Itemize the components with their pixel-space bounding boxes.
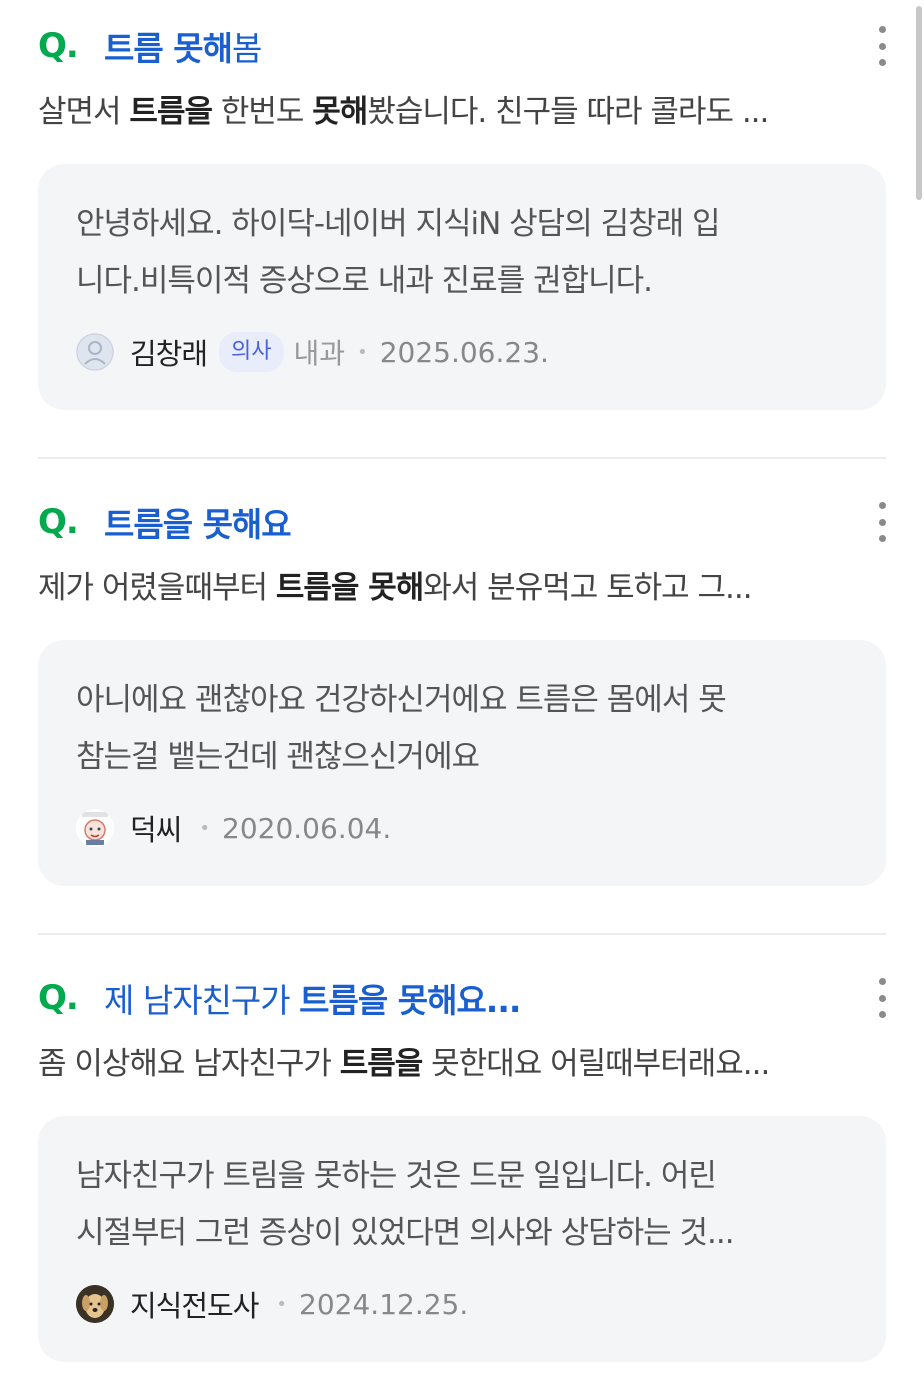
- answer-text: 남자친구가 트림을 못하는 것은 드문 일입니다. 어린 시절부터 그런 증상이…: [76, 1148, 856, 1262]
- answer-date: 2024.12.25.: [299, 1287, 469, 1321]
- question-snippet[interactable]: 제가 어렸을때부터 트름을 못해와서 분유먹고 토하고 그...: [38, 562, 886, 607]
- title-text: 봄: [231, 29, 262, 68]
- author-name[interactable]: 지식전도사: [130, 1283, 259, 1325]
- dot-icon: [878, 1011, 886, 1018]
- scrollbar[interactable]: [912, 0, 924, 1392]
- answer-line: 시절부터 그런 증상이 있었다면 의사와 상담하는 것...: [76, 1215, 735, 1251]
- scrollbar-thumb[interactable]: [916, 6, 922, 200]
- question-title-row[interactable]: Q. 트름을 못해요: [38, 492, 886, 552]
- author-name[interactable]: 김창래: [130, 331, 208, 373]
- question-title-row[interactable]: Q. 트름 못해봄: [38, 16, 886, 76]
- answer-date: 2025.06.23.: [379, 335, 549, 369]
- doctor-avatar-icon[interactable]: [76, 333, 114, 371]
- snippet-text: 한번도: [211, 94, 313, 130]
- q-mark-icon: Q.: [38, 502, 79, 542]
- answer-line: 니다.비특이적 증상으로 내과 진료를 권합니다.: [76, 263, 653, 299]
- more-options-button[interactable]: [870, 978, 894, 1018]
- dot-icon: [878, 502, 886, 509]
- question-title-link[interactable]: 트름 못해봄: [104, 22, 262, 70]
- snippet-text: 와서 분유먹고 토하고 그...: [423, 570, 752, 606]
- more-options-button[interactable]: [870, 502, 894, 542]
- divider: [38, 457, 886, 459]
- snippet-text: 못한대요 어릴때부터래요...: [422, 1046, 770, 1082]
- dot-icon: [878, 26, 886, 33]
- more-options-button[interactable]: [870, 26, 894, 66]
- dot-icon: [878, 535, 886, 542]
- snippet-highlight: 트름을 못해: [275, 570, 424, 606]
- dot-icon: [878, 994, 886, 1002]
- answer-line: 아니에요 괜찮아요 건강하신거에요 트름은 몸에서 못: [76, 682, 727, 718]
- title-highlight: 트름 못해: [104, 29, 233, 68]
- answer-line: 안녕하세요. 하이닥-네이버 지식iN 상담의 김창래 입: [76, 206, 721, 242]
- title-highlight: 트름을 못해요: [104, 505, 292, 544]
- question-title-link[interactable]: 제 남자친구가 트름을 못해요...: [104, 974, 521, 1022]
- dot-icon: [878, 59, 886, 66]
- separator-dot: •: [357, 341, 368, 363]
- snippet-text: 봤습니다. 친구들 따라 콜라도 ...: [367, 94, 769, 130]
- author-row: 덕씨 • 2020.06.04.: [76, 806, 391, 850]
- dot-icon: [878, 518, 886, 526]
- answer-card[interactable]: 아니에요 괜찮아요 건강하신거에요 트름은 몸에서 못 참는걸 뱉는건데 괜찮으…: [38, 640, 886, 886]
- dot-icon: [878, 42, 886, 50]
- snippet-highlight: 트름을: [129, 94, 213, 130]
- author-row: 김창래 의사 내과 • 2025.06.23.: [76, 330, 549, 374]
- dog-avatar-icon[interactable]: [76, 1285, 114, 1323]
- question-snippet[interactable]: 좀 이상해요 남자친구가 트름을 못한대요 어릴때부터래요...: [38, 1038, 886, 1083]
- answer-date: 2020.06.04.: [222, 811, 392, 845]
- separator-dot: •: [276, 1293, 288, 1315]
- author-name[interactable]: 덕씨: [130, 807, 182, 849]
- question-title-link[interactable]: 트름을 못해요: [104, 498, 292, 546]
- divider: [38, 933, 886, 935]
- doctor-badge: 의사: [219, 332, 284, 372]
- title-highlight: 트름을 못해요...: [299, 981, 521, 1020]
- q-mark-icon: Q.: [38, 26, 79, 66]
- search-result: Q. 트름 못해봄 살면서 트름을 한번도 못해봤습니다. 친구들 따라 콜라도…: [38, 16, 886, 436]
- snippet-highlight: 못해: [312, 94, 368, 130]
- snippet-text: 좀 이상해요 남자친구가: [38, 1046, 340, 1082]
- department-label: 내과: [293, 337, 346, 370]
- answer-card[interactable]: 남자친구가 트림을 못하는 것은 드문 일입니다. 어린 시절부터 그런 증상이…: [38, 1116, 886, 1362]
- cartoon-avatar-icon[interactable]: [76, 809, 114, 847]
- author-row: 지식전도사 • 2024.12.25.: [76, 1282, 468, 1326]
- question-snippet[interactable]: 살면서 트름을 한번도 못해봤습니다. 친구들 따라 콜라도 ...: [38, 86, 886, 131]
- answer-text: 아니에요 괜찮아요 건강하신거에요 트름은 몸에서 못 참는걸 뱉는건데 괜찮으…: [76, 672, 856, 786]
- snippet-text: 제가 어렸을때부터: [38, 570, 276, 606]
- answer-card[interactable]: 안녕하세요. 하이닥-네이버 지식iN 상담의 김창래 입 니다.비특이적 증상…: [38, 164, 886, 410]
- search-result: Q. 트름을 못해요 제가 어렸을때부터 트름을 못해와서 분유먹고 토하고 그…: [38, 492, 886, 912]
- snippet-text: 살면서: [38, 94, 130, 130]
- dot-icon: [878, 978, 886, 985]
- answer-line: 남자친구가 트림을 못하는 것은 드문 일입니다. 어린: [76, 1158, 717, 1194]
- answer-text: 안녕하세요. 하이닥-네이버 지식iN 상담의 김창래 입 니다.비특이적 증상…: [76, 196, 856, 310]
- q-mark-icon: Q.: [38, 978, 79, 1018]
- snippet-highlight: 트름을: [339, 1046, 424, 1082]
- search-result: Q. 제 남자친구가 트름을 못해요... 좀 이상해요 남자친구가 트름을 못…: [38, 968, 886, 1388]
- separator-dot: •: [199, 817, 210, 839]
- title-text: 제 남자친구가: [104, 981, 300, 1020]
- answer-line: 참는걸 뱉는건데 괜찮으신거에요: [76, 739, 480, 775]
- question-title-row[interactable]: Q. 제 남자친구가 트름을 못해요...: [38, 968, 886, 1028]
